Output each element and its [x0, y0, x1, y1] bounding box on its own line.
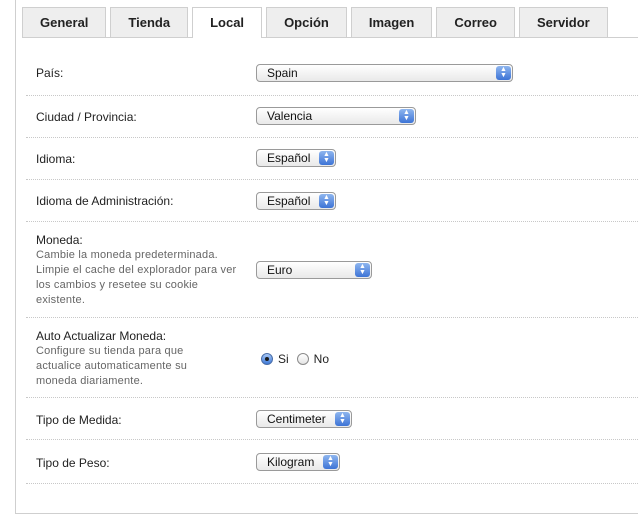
idioma-value: Español	[267, 151, 311, 165]
ciudad-value: Valencia	[267, 109, 313, 123]
row-idioma: Idioma: Español ▲ ▼	[26, 138, 638, 180]
tab-tienda[interactable]: Tienda	[110, 7, 189, 37]
select-arrows-icon: ▲ ▼	[355, 263, 370, 277]
moneda-value: Euro	[267, 263, 293, 277]
auto-moneda-radio-group: Si No	[261, 352, 337, 366]
row-moneda: Moneda: Cambie la moneda predeterminada.…	[26, 222, 638, 318]
tab-divider	[22, 37, 638, 38]
tab-local[interactable]: Local	[192, 7, 263, 38]
medida-label: Tipo de Medida:	[36, 413, 122, 427]
tab-bar: General Tienda Local Opción Imagen Corre…	[22, 7, 608, 38]
select-arrows-icon: ▲ ▼	[319, 151, 334, 165]
row-idioma-admin: Idioma de Administración: Español ▲ ▼	[26, 180, 638, 222]
radio-si-label: Si	[278, 352, 289, 366]
pais-label: País:	[36, 66, 64, 80]
radio-no-label: No	[313, 352, 330, 366]
pais-value: Spain	[267, 66, 298, 80]
medida-value: Centimeter	[267, 412, 326, 426]
idioma-admin-value: Español	[267, 194, 311, 208]
idioma-admin-label: Idioma de Administración:	[36, 194, 174, 208]
idioma-label: Idioma:	[36, 152, 76, 166]
ciudad-label: Ciudad / Provincia:	[36, 110, 137, 124]
tab-servidor[interactable]: Servidor	[518, 7, 608, 37]
peso-select[interactable]: Kilogram ▲ ▼	[256, 453, 340, 471]
row-peso: Tipo de Peso: Kilogram ▲ ▼	[26, 440, 638, 484]
moneda-select[interactable]: Euro ▲ ▼	[256, 261, 372, 279]
row-ciudad: Ciudad / Provincia: Valencia ▲ ▼	[26, 96, 638, 138]
pais-select[interactable]: Spain ▲ ▼	[256, 64, 513, 82]
radio-no[interactable]	[296, 353, 309, 365]
tab-opcion[interactable]: Opción	[266, 7, 347, 37]
ciudad-select[interactable]: Valencia ▲ ▼	[256, 107, 416, 125]
row-medida: Tipo de Medida: Centimeter ▲ ▼	[26, 398, 638, 440]
peso-value: Kilogram	[267, 455, 315, 469]
tab-imagen[interactable]: Imagen	[350, 7, 433, 37]
moneda-label: Moneda:	[36, 233, 83, 247]
peso-label: Tipo de Peso:	[36, 456, 110, 470]
auto-moneda-label: Auto Actualizar Moneda:	[36, 329, 167, 343]
auto-moneda-description: Configure su tienda para que actualice a…	[36, 345, 188, 387]
idioma-select[interactable]: Español ▲ ▼	[256, 149, 336, 167]
moneda-description: Cambie la moneda predeterminada. Limpie …	[36, 249, 237, 306]
row-auto-moneda: Auto Actualizar Moneda: Configure su tie…	[26, 318, 638, 398]
select-arrows-icon: ▲ ▼	[319, 194, 334, 208]
select-arrows-icon: ▲ ▼	[496, 66, 511, 80]
idioma-admin-select[interactable]: Español ▲ ▼	[256, 192, 336, 210]
select-arrows-icon: ▲ ▼	[323, 455, 338, 469]
select-arrows-icon: ▲ ▼	[335, 412, 350, 426]
select-arrows-icon: ▲ ▼	[399, 109, 414, 123]
row-pais: País: Spain ▲ ▼	[26, 56, 638, 96]
radio-si[interactable]	[261, 353, 273, 365]
medida-select[interactable]: Centimeter ▲ ▼	[256, 410, 352, 428]
tab-correo[interactable]: Correo	[436, 7, 515, 37]
tab-general[interactable]: General	[22, 7, 107, 37]
